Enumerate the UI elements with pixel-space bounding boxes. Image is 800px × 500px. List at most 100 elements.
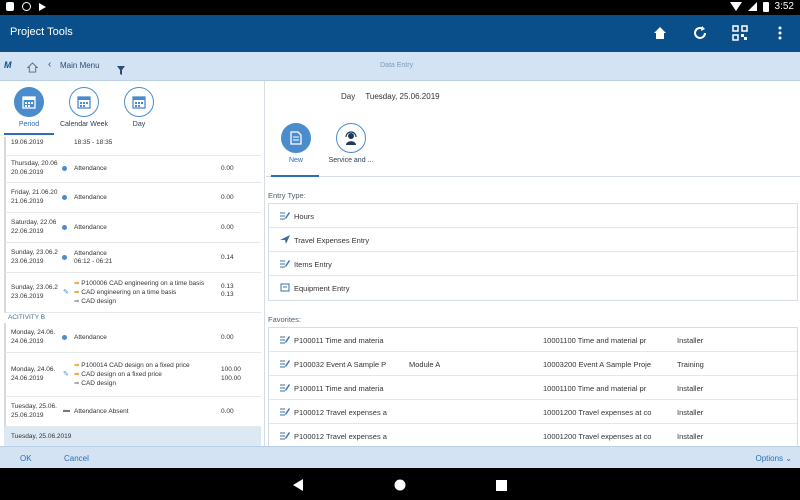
filter-icon[interactable] [117, 62, 125, 80]
arrow-icon: ➡ [74, 380, 80, 387]
view-tabs: Period Calendar Week Day [0, 81, 265, 137]
tab-label: Period [18, 121, 40, 128]
edit-list-icon [280, 258, 290, 270]
entry-type-hours[interactable]: Hours [269, 204, 797, 228]
back-chevron-icon[interactable]: ‹ [48, 59, 51, 70]
logo: M [4, 60, 12, 70]
ok-button[interactable]: OK [20, 454, 32, 463]
entry-type-title: Entry Type: [268, 191, 306, 200]
arrow-icon: ➡ [74, 362, 80, 369]
battery-icon [762, 1, 769, 12]
overflow-menu-icon[interactable] [770, 23, 790, 43]
service-button[interactable]: Service and ... [321, 123, 381, 164]
cancel-button[interactable]: Cancel [64, 454, 89, 463]
app-bar: Project Tools [0, 15, 800, 52]
status-dot-icon [62, 255, 67, 260]
bottom-action-bar: OK Cancel Options ⌄ [0, 446, 800, 468]
arrow-icon: ➡ [74, 280, 80, 287]
action-label: Service and ... [328, 157, 374, 164]
notification-icon [6, 2, 14, 11]
status-dot-icon [62, 195, 67, 200]
home-button-icon[interactable] [394, 478, 406, 496]
favorite-item[interactable]: P100011 Time and materia 10001100 Time a… [269, 328, 797, 352]
list-item[interactable]: 19.06.2019 18:35 - 18:35 [4, 137, 261, 156]
back-icon[interactable] [293, 478, 303, 496]
day-value: Tuesday, 25.06.2019 [365, 92, 440, 101]
tab-period[interactable]: Period [1, 87, 57, 128]
plane-icon [280, 234, 290, 246]
edit-list-icon [280, 406, 290, 418]
status-time: 3:52 [774, 1, 794, 12]
arrow-icon: ➡ [74, 298, 80, 305]
active-tab-indicator [271, 175, 319, 177]
tab-calendar-week[interactable]: Calendar Week [56, 87, 112, 128]
tab-label: Day [132, 121, 146, 128]
sync-status-icon [22, 2, 31, 11]
absence-icon: ▬ [63, 407, 70, 414]
list-item[interactable]: Sunday, 23.06.2 23.06.2019 Attendance 06… [4, 243, 261, 273]
wifi-icon [729, 2, 742, 11]
list-item[interactable]: Monday, 24.06. 24.06.2019 ✎ ➡ P100014 CA… [4, 353, 261, 397]
new-entry-button[interactable]: New [266, 123, 326, 164]
edit-list-icon [280, 334, 290, 346]
selected-list-item[interactable]: Tuesday, 25.06.2019 [4, 427, 261, 446]
recent-apps-icon[interactable] [496, 478, 507, 496]
tab-day[interactable]: Day [111, 87, 167, 128]
list-item[interactable]: Saturday, 22.06 22.06.2019 Attendance 0.… [4, 213, 261, 243]
status-dot-icon [62, 166, 67, 171]
list-item[interactable]: Monday, 24.06. 24.06.2019 Attendance 0.0… [4, 323, 261, 353]
refresh-icon[interactable] [690, 23, 710, 43]
arrow-icon: ➡ [74, 289, 80, 296]
favorite-item[interactable]: P100012 Travel expenses a 10001200 Trave… [269, 424, 797, 448]
document-icon [281, 123, 311, 153]
status-bar: 3:52 [0, 0, 800, 15]
signal-icon [747, 2, 757, 11]
list-item[interactable]: Sunday, 23.06.2 23.06.2019 ✎ ➡ P100006 C… [4, 273, 261, 313]
support-agent-icon [336, 123, 366, 153]
calendar-icon [69, 87, 99, 117]
equipment-icon [280, 282, 290, 294]
home-icon[interactable] [26, 60, 39, 78]
entry-pane: Day Tuesday, 25.06.2019 New Service and … [266, 81, 800, 448]
action-label: New [288, 157, 303, 164]
main-menu-link[interactable]: Main Menu [60, 61, 100, 70]
home-icon[interactable] [650, 23, 670, 43]
system-nav-bar [0, 468, 800, 500]
status-dot-icon [62, 335, 67, 340]
edit-list-icon [280, 382, 290, 394]
day-label: Day [341, 92, 356, 101]
entry-type-equipment[interactable]: Equipment Entry [269, 276, 797, 300]
active-tab-indicator [4, 133, 54, 135]
page-title: Data Entry [380, 62, 414, 69]
favorite-item[interactable]: P100011 Time and materia 10001100 Time a… [269, 376, 797, 400]
list-item[interactable]: Thursday, 20.06 20.06.2019 Attendance 0.… [4, 156, 261, 183]
edit-list-icon [280, 358, 290, 370]
favorite-item[interactable]: P100032 Event A Sample P Module A 100032… [269, 352, 797, 376]
arrow-icon: ➡ [74, 371, 80, 378]
period-list: 19.06.2019 18:35 - 18:35 Thursday, 20.06… [0, 137, 265, 446]
edit-list-icon [280, 210, 290, 222]
tab-label: Calendar Week [59, 121, 109, 128]
project-entry-icon: ✎ [63, 371, 69, 378]
list-item[interactable]: Tuesday, 25.06. 25.06.2019 ▬ Attendance … [4, 397, 261, 427]
favorites-title: Favorites: [268, 315, 301, 324]
section-label: ACITIVITY B [8, 314, 46, 321]
app-title: Project Tools [10, 26, 73, 38]
entry-type-travel-expenses[interactable]: Travel Expenses Entry [269, 228, 797, 252]
project-entry-icon: ✎ [63, 289, 69, 296]
qr-code-icon[interactable] [730, 23, 750, 43]
favorites-list: P100011 Time and materia 10001100 Time a… [268, 327, 798, 448]
options-button[interactable]: Options ⌄ [755, 454, 792, 463]
calendar-icon [14, 87, 44, 117]
calendar-icon [124, 87, 154, 117]
entry-type-list: Hours Travel Expenses Entry Items Entry … [268, 203, 798, 301]
period-list-pane: Period Calendar Week Day 19.06.2019 18:3… [0, 81, 265, 446]
favorite-item[interactable]: P100012 Travel expenses a 10001200 Trave… [269, 400, 797, 424]
entry-type-items[interactable]: Items Entry [269, 252, 797, 276]
chevron-down-icon: ⌄ [785, 454, 792, 463]
play-store-icon [39, 2, 46, 11]
edit-list-icon [280, 430, 290, 442]
list-item[interactable]: Friday, 21.06.20 21.06.2019 Attendance 0… [4, 183, 261, 213]
action-tabs: New Service and ... [266, 121, 800, 177]
day-header: Day Tuesday, 25.06.2019 [341, 92, 440, 101]
